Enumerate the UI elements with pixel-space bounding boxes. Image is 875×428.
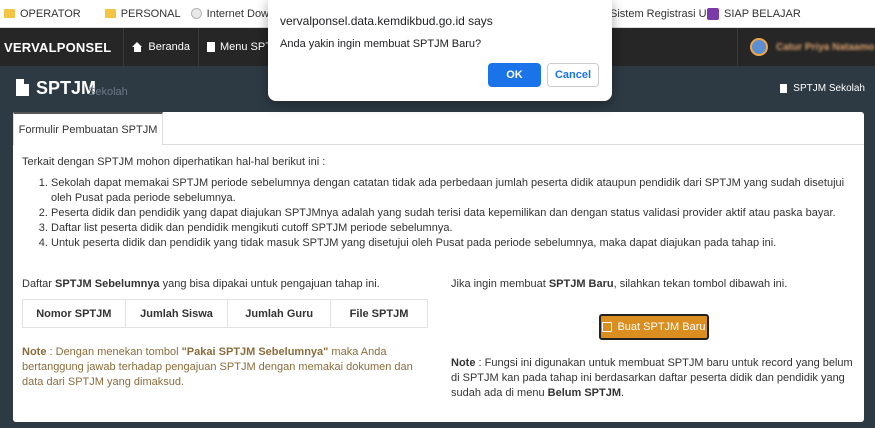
tab-divider (163, 144, 864, 145)
bookmark-sistem-registrasi[interactable]: Sistem Registrasi U... (610, 8, 716, 20)
form-panel: Formulir Pembuatan SPTJM Terkait dengan … (13, 112, 864, 422)
label-suffix: yang bisa dipakai untuk pengajuan tahap … (159, 278, 380, 290)
avatar (750, 38, 768, 56)
siap-icon (707, 7, 719, 20)
column-header: Jumlah Guru (228, 300, 332, 327)
note-end: . (621, 387, 625, 399)
tab-formulir-pembuatan[interactable]: Formulir Pembuatan SPTJM (13, 112, 163, 145)
bookmark-label: OPERATOR (20, 7, 81, 20)
bookmark-label: PERSONAL (120, 7, 181, 20)
list-item: Daftar list peserta didik dan pendidik m… (51, 221, 852, 236)
rules-list: Sekolah dapat memakai SPTJM periode sebe… (37, 176, 852, 251)
nav-beranda-label: Beranda (148, 41, 190, 53)
bookmark-operator[interactable]: OPERATOR (4, 8, 81, 20)
list-item: Untuk peserta didik dan pendidik yang ti… (51, 236, 852, 251)
previous-sptjm-table: Nomor SPTJM Jumlah Siswa Jumlah Guru Fil… (22, 299, 428, 328)
brand-logo[interactable]: VERVALPONSEL (0, 40, 123, 55)
user-name: Catur Priya Nataamo (776, 41, 875, 53)
confirm-dialog: vervalponsel.data.kemdikbud.go.id says A… (268, 0, 612, 101)
note-label: Note (451, 357, 476, 369)
ok-button[interactable]: OK (488, 63, 541, 87)
dialog-title: vervalponsel.data.kemdikbud.go.id says (280, 14, 493, 28)
dialog-message: Anda yakin ingin membuat SPTJM Baru? (280, 38, 482, 50)
right-note: Note : Fungsi ini digunakan untuk membua… (451, 356, 861, 401)
previous-sptjm-label: Daftar SPTJM Sebelumnya yang bisa dipaka… (22, 278, 380, 290)
button-label: Buat SPTJM Baru (617, 321, 706, 333)
bookmark-siap-belajar[interactable]: SIAP BELAJAR (707, 7, 801, 20)
document-icon (780, 84, 788, 93)
folder-icon (4, 9, 15, 18)
buat-sptjm-baru-button[interactable]: Buat SPTJM Baru (599, 314, 709, 340)
label-suffix: , silahkan tekan tombol dibawah ini. (613, 278, 788, 290)
left-note: Note : Dengan menekan tombol "Pakai SPTJ… (22, 345, 422, 390)
note-label: Note (22, 346, 47, 358)
bookmark-personal[interactable]: PERSONAL (104, 7, 181, 20)
bookmark-label: SIAP BELAJAR (724, 7, 801, 20)
breadcrumb[interactable]: SPTJM Sekolah (780, 83, 865, 94)
document-icon (206, 42, 215, 52)
list-item: Sekolah dapat memakai SPTJM periode sebe… (51, 176, 852, 206)
new-sptjm-label: Jika ingin membuat SPTJM Baru, silahkan … (451, 278, 787, 290)
note-prefix: : Dengan menekan tombol (46, 346, 182, 358)
home-icon (132, 42, 143, 52)
cancel-button[interactable]: Cancel (547, 63, 599, 87)
column-header: Nomor SPTJM (23, 300, 126, 327)
edit-icon (602, 322, 613, 332)
label-bold: SPTJM Sebelumnya (55, 278, 160, 290)
bookmark-label: Sistem Registrasi U... (610, 7, 716, 20)
note-bold: Belum SPTJM (547, 387, 621, 399)
column-header: Jumlah Siswa (126, 300, 229, 327)
breadcrumb-label: SPTJM Sekolah (793, 83, 865, 94)
folder-icon (104, 9, 116, 18)
label-prefix: Jika ingin membuat (451, 278, 549, 290)
label-bold: SPTJM Baru (548, 278, 614, 290)
globe-icon (190, 8, 202, 19)
note-bold: "Pakai SPTJM Sebelumnya" (181, 346, 329, 358)
label-prefix: Daftar (22, 278, 56, 290)
note-text: : Fungsi ini digunakan untuk membuat SPT… (451, 357, 853, 399)
page-title: SPTJM (36, 78, 97, 98)
page-subtitle: Sekolah (88, 86, 128, 98)
user-menu[interactable]: Catur Priya Nataamo (737, 28, 875, 66)
list-item: Peserta didik dan pendidik yang dapat di… (51, 206, 852, 221)
nav-beranda[interactable]: Beranda (123, 28, 198, 66)
intro-text: Terkait dengan SPTJM mohon diperhatikan … (22, 156, 326, 168)
file-icon (16, 79, 29, 96)
column-header: File SPTJM (349, 307, 409, 320)
